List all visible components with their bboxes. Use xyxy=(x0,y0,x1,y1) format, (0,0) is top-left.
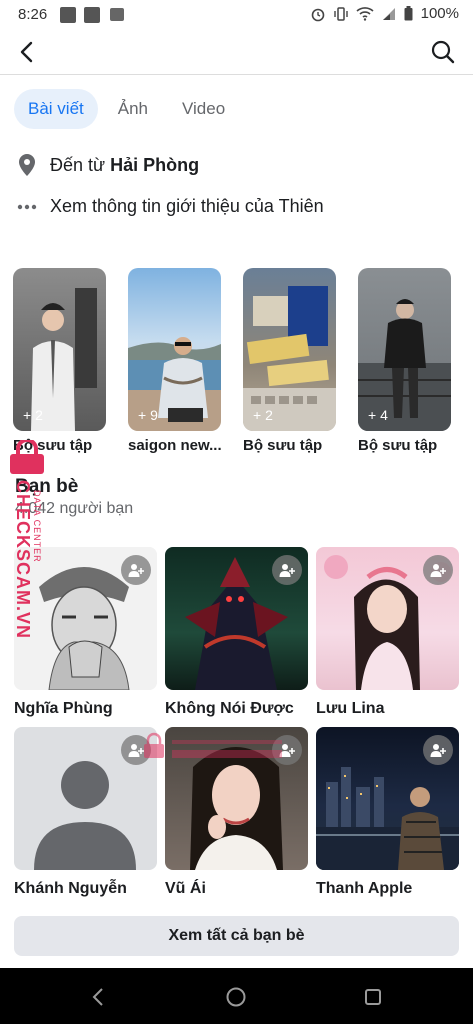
wifi-icon xyxy=(356,7,374,21)
alarm-icon xyxy=(311,8,324,21)
gallery-icon xyxy=(110,8,124,21)
friend-card[interactable]: Không Nói Được xyxy=(165,547,308,718)
add-friend-icon xyxy=(430,564,446,577)
friend-card[interactable]: Thanh Apple xyxy=(316,727,459,898)
friend-name: Vũ Ái xyxy=(165,880,206,897)
search-icon xyxy=(431,40,455,64)
collection-card[interactable]: + 4 Bộ sưu tập xyxy=(358,268,451,454)
collection-card[interactable]: + 2 Bộ sưu tập xyxy=(243,268,336,454)
profile-tabs: Bài viết Ảnh Video xyxy=(14,89,239,129)
collection-count: + 9 xyxy=(138,407,158,423)
friend-card[interactable]: Khánh Nguyễn xyxy=(14,727,157,898)
friend-name: Nghĩa Phùng xyxy=(14,700,113,717)
back-button[interactable] xyxy=(14,38,42,66)
see-all-friends-button[interactable]: Xem tất cả bạn bè xyxy=(14,916,459,956)
battery-icon xyxy=(404,6,413,21)
collection-label: Bộ sưu tập xyxy=(358,437,438,454)
nav-home-button[interactable] xyxy=(225,986,247,1008)
friend-name: Khánh Nguyễn xyxy=(14,880,127,897)
collection-thumbnail: + 4 xyxy=(358,268,451,431)
signal-icon xyxy=(382,7,395,20)
friend-photo xyxy=(14,727,157,870)
status-time: 8:26 xyxy=(18,6,48,23)
hometown-row: Đến từ Hải Phòng xyxy=(16,153,199,177)
collection-count: + 2 xyxy=(23,407,43,423)
add-friend-icon xyxy=(279,564,295,577)
friends-count: 4.042 người bạn xyxy=(15,500,134,517)
collection-count: + 2 xyxy=(253,407,273,423)
tab-photos[interactable]: Ảnh xyxy=(104,89,162,129)
collection-thumbnail: + 9 xyxy=(128,268,221,431)
vibrate-icon xyxy=(333,6,348,21)
friend-card[interactable]: Nghĩa Phùng xyxy=(14,547,157,718)
more-info-row[interactable]: Xem thông tin giới thiệu của Thiên xyxy=(16,196,324,217)
add-friend-button[interactable] xyxy=(423,555,453,585)
add-friend-icon xyxy=(128,744,144,757)
friend-photo xyxy=(165,547,308,690)
friends-title: Bạn bè xyxy=(15,476,79,497)
friend-photo xyxy=(165,727,308,870)
friend-name: Thanh Apple xyxy=(316,880,413,897)
collection-card[interactable]: + 2 Bộ sưu tập xyxy=(13,268,106,454)
add-friend-button[interactable] xyxy=(121,555,151,585)
tab-posts[interactable]: Bài viết xyxy=(14,89,98,129)
more-dots-icon xyxy=(17,204,37,209)
add-friend-icon xyxy=(279,744,295,757)
nav-recents-button[interactable] xyxy=(362,986,384,1008)
collection-label: Bộ sưu tập xyxy=(13,437,93,454)
friend-photo xyxy=(316,547,459,690)
collection-card[interactable]: + 9 saigon new... xyxy=(128,268,222,454)
system-nav-bar xyxy=(0,968,473,1024)
nav-back-icon xyxy=(92,988,103,1006)
collection-label: saigon new... xyxy=(128,437,222,454)
status-bar: 8:26 100% xyxy=(0,0,473,30)
collections-carousel: + 2 Bộ sưu tập + 9 saigon new... + 2 Bộ … xyxy=(13,268,473,468)
collection-count: + 4 xyxy=(368,407,388,423)
friend-photo xyxy=(316,727,459,870)
friend-photo xyxy=(14,547,157,690)
add-friend-button[interactable] xyxy=(423,735,453,765)
add-friend-icon xyxy=(430,744,446,757)
notification-icon xyxy=(60,7,76,23)
hometown-value[interactable]: Hải Phòng xyxy=(110,155,199,176)
collection-thumbnail: + 2 xyxy=(13,268,106,431)
friend-name: Lưu Lina xyxy=(316,700,385,717)
friend-name: Không Nói Được xyxy=(165,700,294,717)
tab-videos[interactable]: Video xyxy=(168,89,239,129)
add-friend-icon xyxy=(128,564,144,577)
nav-back-button[interactable] xyxy=(88,986,110,1008)
notification-icon xyxy=(84,7,100,23)
add-friend-button[interactable] xyxy=(272,555,302,585)
collection-thumbnail: + 2 xyxy=(243,268,336,431)
nav-recents-icon xyxy=(365,989,381,1005)
back-arrow-icon xyxy=(20,41,33,63)
hometown-prefix: Đến từ xyxy=(50,154,106,175)
friend-card[interactable]: Vũ Ái xyxy=(165,727,308,898)
add-friend-button[interactable] xyxy=(121,735,151,765)
friend-card[interactable]: Lưu Lina xyxy=(316,547,459,718)
top-bar xyxy=(0,30,473,75)
location-pin-icon xyxy=(19,154,35,176)
add-friend-button[interactable] xyxy=(272,735,302,765)
collection-label: Bộ sưu tập xyxy=(243,437,323,454)
battery-level: 100% xyxy=(420,5,459,22)
search-button[interactable] xyxy=(429,38,457,66)
more-info-label: Xem thông tin giới thiệu của Thiên xyxy=(50,196,324,216)
nav-home-icon xyxy=(226,987,246,1007)
